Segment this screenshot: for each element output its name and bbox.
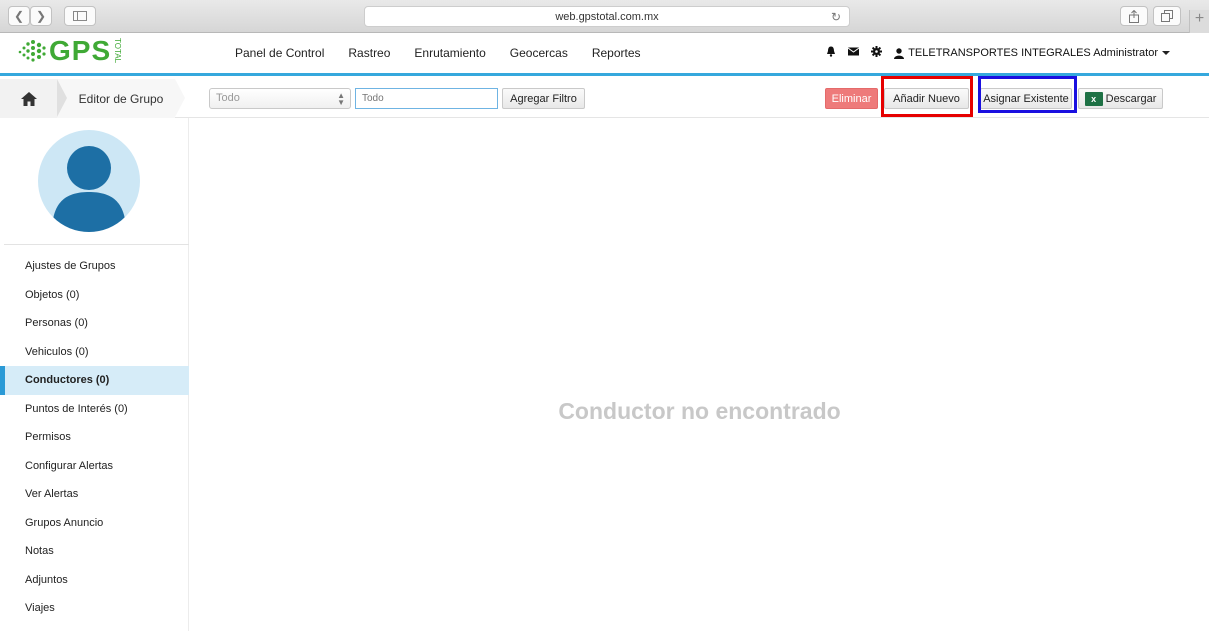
user-avatar-icon <box>52 146 126 232</box>
sidebar-item-vehiculos[interactable]: Vehiculos (0) <box>0 338 189 367</box>
nav-rastreo[interactable]: Rastreo <box>348 46 390 60</box>
sidebar-item-notas[interactable]: Notas <box>0 537 189 566</box>
logo-subtext: TOTAL <box>113 38 123 64</box>
filter-select-value: Todo <box>216 92 240 104</box>
sidebar-item-puntos-de-interes[interactable]: Puntos de Interés (0) <box>0 395 189 424</box>
nav-reportes[interactable]: Reportes <box>592 46 641 60</box>
logo-dots-icon <box>18 40 46 62</box>
nav-panel-de-control[interactable]: Panel de Control <box>235 46 324 60</box>
sidebar-item-ver-alertas[interactable]: Ver Alertas <box>0 480 189 509</box>
breadcrumb-separator <box>175 79 185 117</box>
breadcrumb-separator <box>57 79 67 117</box>
bell-icon[interactable] <box>826 46 836 60</box>
sidebar: Ajustes de Grupos Objetos (0) Personas (… <box>0 118 189 631</box>
logo[interactable]: GPS TOTAL <box>16 35 122 67</box>
excel-icon: x <box>1084 91 1103 106</box>
delete-button[interactable]: Eliminar <box>825 88 878 109</box>
breadcrumb: Editor de Grupo <box>57 79 175 118</box>
sidebar-item-configurar-alertas[interactable]: Configurar Alertas <box>0 452 189 481</box>
browser-chrome: ❮ ❯ web.gpstotal.com.mx ↻ + <box>0 0 1209 33</box>
tabs-icon[interactable] <box>1153 6 1181 26</box>
sidebar-item-adjuntos[interactable]: Adjuntos <box>0 566 189 595</box>
sidebar-item-permisos[interactable]: Permisos <box>0 423 189 452</box>
plus-icon[interactable]: + <box>1189 10 1209 33</box>
highlight-box-blue <box>978 76 1077 113</box>
divider <box>4 244 189 245</box>
sidebar-item-grupos-anuncio[interactable]: Grupos Anuncio <box>0 509 189 538</box>
empty-state-message: Conductor no encontrado <box>558 398 841 424</box>
forward-icon[interactable]: ❯ <box>30 6 52 26</box>
breadcrumb-title: Editor de Grupo <box>78 91 164 106</box>
gear-icon[interactable] <box>871 46 883 60</box>
filter-input[interactable] <box>355 88 498 109</box>
sidebar-item-viajes[interactable]: Viajes <box>0 594 189 623</box>
sidebar-item-ajustes-de-grupos[interactable]: Ajustes de Grupos <box>0 252 189 281</box>
sidebar-item-conductores[interactable]: Conductores (0) <box>0 366 189 395</box>
app-header: GPS TOTAL Panel de Control Rastreo Enrut… <box>0 33 1209 76</box>
download-button[interactable]: x Descargar <box>1078 88 1163 109</box>
filter-select[interactable]: Todo ▲ ▼ <box>209 88 351 109</box>
share-icon[interactable] <box>1120 6 1148 26</box>
select-arrows-icon: ▲ ▼ <box>337 91 345 107</box>
url-text: web.gpstotal.com.mx <box>555 10 659 23</box>
add-filter-button[interactable]: Agregar Filtro <box>502 88 585 109</box>
user-nav: TELETRANSPORTES INTEGRALES Administrator <box>826 46 1170 60</box>
main-nav: Panel de Control Rastreo Enrutamiento Ge… <box>235 46 665 60</box>
avatar <box>38 130 140 232</box>
download-label: Descargar <box>1105 92 1157 105</box>
home-icon <box>20 91 37 106</box>
mail-icon[interactable] <box>847 47 860 59</box>
home-button[interactable] <box>0 79 57 118</box>
user-icon <box>894 47 905 59</box>
back-icon[interactable]: ❮ <box>8 6 30 26</box>
user-name: TELETRANSPORTES INTEGRALES Administrator <box>908 47 1158 59</box>
chevron-down-icon <box>1162 51 1170 55</box>
highlight-box-red <box>881 76 973 117</box>
nav-enrutamiento[interactable]: Enrutamiento <box>414 46 485 60</box>
sidebar-icon[interactable] <box>64 6 96 26</box>
logo-text: GPS <box>49 35 112 66</box>
sidebar-item-personas[interactable]: Personas (0) <box>0 309 189 338</box>
nav-geocercas[interactable]: Geocercas <box>510 46 568 60</box>
reload-icon[interactable]: ↻ <box>831 10 841 24</box>
user-menu[interactable]: TELETRANSPORTES INTEGRALES Administrator <box>894 47 1170 59</box>
sidebar-menu: Ajustes de Grupos Objetos (0) Personas (… <box>0 252 189 623</box>
address-bar[interactable]: web.gpstotal.com.mx ↻ <box>364 6 850 27</box>
sidebar-item-objetos[interactable]: Objetos (0) <box>0 281 189 310</box>
